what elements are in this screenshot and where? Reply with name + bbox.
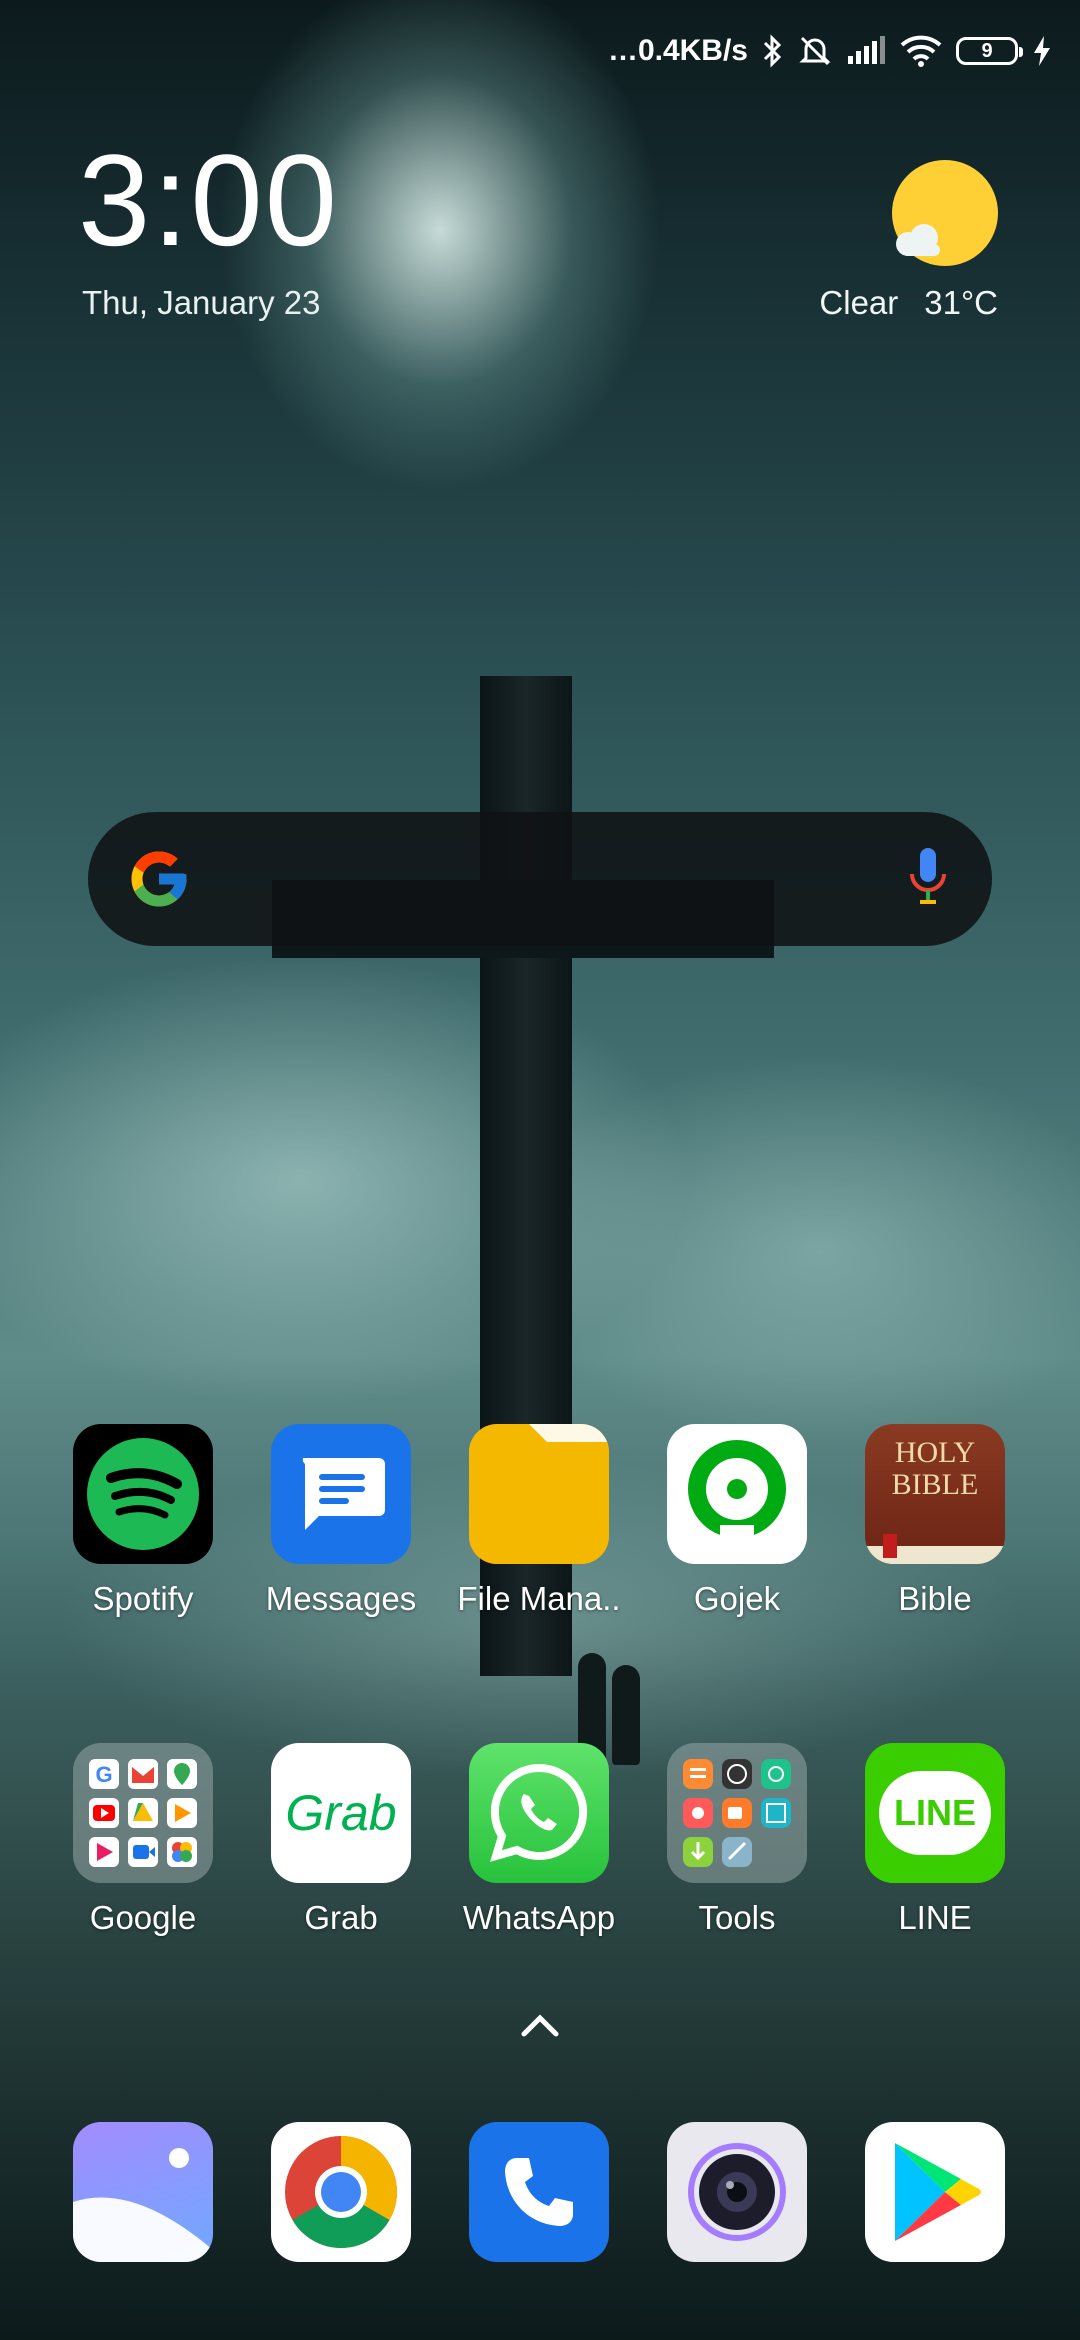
- app-spotify[interactable]: Spotify: [58, 1424, 228, 1618]
- battery-level: 9: [981, 39, 993, 62]
- chevron-up-icon[interactable]: [520, 2010, 560, 2040]
- clock-time[interactable]: 3:00: [78, 135, 339, 265]
- signal-icon: [846, 36, 886, 66]
- bluetooth-icon: [762, 34, 784, 68]
- grab-icon-text: Grab: [285, 1785, 397, 1841]
- folder-tools[interactable]: Tools: [652, 1743, 822, 1937]
- folder-icon: [469, 1424, 609, 1564]
- mic-icon[interactable]: [906, 846, 950, 912]
- app-label: Messages: [265, 1580, 417, 1617]
- weather-widget[interactable]: Clear 31°C: [819, 284, 998, 322]
- google-g-icon: [131, 851, 187, 907]
- app-grab[interactable]: Grab Grab: [256, 1743, 426, 1937]
- app-label: Google: [89, 1899, 197, 1936]
- app-messages[interactable]: Messages: [256, 1424, 426, 1618]
- dock-play-store[interactable]: [850, 2122, 1020, 2262]
- chrome-icon: [271, 2122, 411, 2262]
- line-icon: LINE: [865, 1743, 1005, 1883]
- app-label: WhatsApp: [462, 1899, 616, 1936]
- status-bar: …0.4KB/s 9: [608, 30, 1052, 72]
- dock-phone[interactable]: [454, 2122, 624, 2262]
- cloud-icon: [896, 224, 940, 256]
- dock-gallery[interactable]: [58, 2122, 228, 2262]
- app-label: Bible: [898, 1580, 972, 1617]
- wifi-icon: [900, 35, 942, 67]
- weather-condition: Clear: [819, 284, 899, 321]
- google-folder-icon: G: [73, 1743, 213, 1883]
- bible-icon-text-1: HOLY: [894, 1436, 976, 1469]
- spotify-icon: [73, 1424, 213, 1564]
- gallery-icon: [73, 2122, 213, 2262]
- app-label: Tools: [698, 1899, 776, 1936]
- messages-icon: [271, 1424, 411, 1564]
- weather-temperature: 31°C: [924, 284, 998, 321]
- app-whatsapp[interactable]: WhatsApp: [454, 1743, 624, 1937]
- app-file-manager[interactable]: File Mana..: [454, 1424, 624, 1618]
- app-label: Grab: [304, 1899, 378, 1936]
- network-speed: …0.4KB/s: [607, 34, 748, 67]
- bible-icon: HOLY BIBLE: [865, 1424, 1005, 1564]
- home-screen: …0.4KB/s 9 3:00 Thu, January 23 Clear 31…: [0, 0, 1080, 2340]
- folder-google[interactable]: G Google: [58, 1743, 228, 1937]
- google-search-bar[interactable]: [88, 812, 992, 946]
- mute-icon: [798, 34, 832, 68]
- gojek-icon: [667, 1424, 807, 1564]
- app-label: Spotify: [92, 1580, 194, 1617]
- svg-text:G: G: [95, 1762, 112, 1787]
- clock-date[interactable]: Thu, January 23: [82, 284, 320, 322]
- app-line[interactable]: LINE LINE: [850, 1743, 1020, 1937]
- dock-camera[interactable]: [652, 2122, 822, 2262]
- charging-icon: [1032, 35, 1052, 67]
- camera-icon: [667, 2122, 807, 2262]
- app-label: File Mana..: [457, 1580, 621, 1617]
- app-label: Gojek: [693, 1580, 781, 1617]
- app-bible[interactable]: HOLY BIBLE Bible: [850, 1424, 1020, 1618]
- battery-icon: 9: [956, 37, 1023, 65]
- dock-chrome[interactable]: [256, 2122, 426, 2262]
- whatsapp-icon: [469, 1743, 609, 1883]
- phone-icon: [469, 2122, 609, 2262]
- line-icon-text: LINE: [893, 1792, 976, 1833]
- play-store-icon: [865, 2122, 1005, 2262]
- bible-icon-text-2: BIBLE: [891, 1468, 979, 1501]
- app-gojek[interactable]: Gojek: [652, 1424, 822, 1618]
- tools-folder-icon: [667, 1743, 807, 1883]
- app-label: LINE: [898, 1899, 972, 1936]
- grab-icon: Grab: [271, 1743, 411, 1883]
